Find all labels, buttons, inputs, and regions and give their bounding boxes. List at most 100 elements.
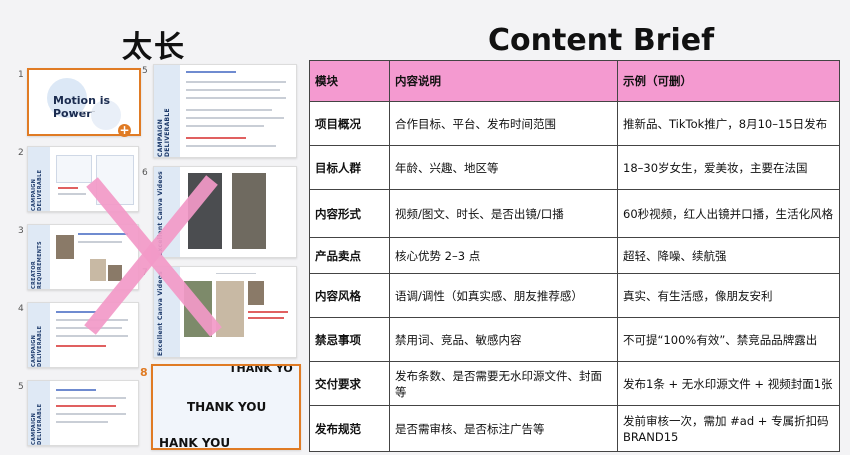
slide-side-label: CAMPAIGN DELIVERABLE <box>31 403 43 445</box>
text-line <box>56 413 126 415</box>
slide-thumbnail-4[interactable]: CAMPAIGN DELIVERABLE <box>27 302 139 368</box>
thank-you-cut-bottom: HANK YOU <box>159 436 231 450</box>
slide-thumbnail-3[interactable]: CREATOR REQUIREMENTS <box>27 224 139 290</box>
description-cell: 禁用词、竞品、敏感内容 <box>389 317 618 362</box>
table-row: 发布规范 是否需审核、是否标注广告等 发前审核一次，需加 #ad + 专属折扣码… <box>309 405 840 452</box>
text-line <box>56 335 128 337</box>
photo <box>90 259 106 281</box>
text-line <box>56 311 96 313</box>
video-thumbnail <box>232 173 266 249</box>
text-line <box>186 137 246 139</box>
column-header-example: 示例（可删） <box>617 60 840 102</box>
module-cell: 内容风格 <box>309 273 390 318</box>
slide-number: 5 <box>18 382 24 392</box>
column-header-description: 内容说明 <box>389 60 618 102</box>
description-cell: 视频/图文、时长、是否出镜/口播 <box>389 189 618 238</box>
thank-you-title: THANK YOU <box>187 400 267 414</box>
text-line <box>248 311 288 313</box>
table-row: 内容风格 语调/调性（如真实感、朋友推荐感） 真实、有生活感，像朋友安利 <box>309 273 840 318</box>
content-brief-table: 模块 内容说明 示例（可删） 项目概况 合作目标、平台、发布时间范围 推新品、T… <box>309 60 840 452</box>
text-line <box>56 421 108 423</box>
description-cell: 语调/调性（如真实感、朋友推荐感） <box>389 273 618 318</box>
text-line <box>248 317 284 319</box>
module-cell: 产品卖点 <box>309 237 390 274</box>
slide-side-label: Excellent Canva Videos <box>157 271 164 357</box>
slide-number: 2 <box>18 148 24 158</box>
text-line <box>186 81 286 83</box>
description-cell: 合作目标、平台、发布时间范围 <box>389 101 618 146</box>
text-line <box>186 125 264 127</box>
slide-side-label: CAMPAIGN DELIVERABLE <box>157 108 171 157</box>
video-thumbnail <box>184 281 212 337</box>
content-box <box>96 155 134 205</box>
text-line <box>216 273 256 274</box>
text-line <box>56 345 106 347</box>
text-line <box>186 97 286 99</box>
example-cell: 60秒视频，红人出镜并口播，生活化风格 <box>617 189 840 238</box>
slide-number: 4 <box>18 304 24 314</box>
table-row: 产品卖点 核心优势 2–3 点 超轻、降噪、续航强 <box>309 237 840 274</box>
slide-thumbnail-8[interactable]: THANK YO THANK YOU HANK YOU <box>151 364 301 450</box>
thank-you-cut-top: THANK YO <box>229 364 293 375</box>
slide-number: 5 <box>142 66 148 76</box>
slide-side-label: CAMPAIGN DELIVERABLE <box>31 169 43 211</box>
video-thumbnail <box>248 281 264 305</box>
slide-number: 7 <box>142 268 148 278</box>
table-row: 内容形式 视频/图文、时长、是否出镜/口播 60秒视频，红人出镜并口播，生活化风… <box>309 189 840 238</box>
description-cell: 核心优势 2–3 点 <box>389 237 618 274</box>
example-cell: 超轻、降噪、续航强 <box>617 237 840 274</box>
description-cell: 发布条数、是否需要无水印源文件、封面等 <box>389 361 618 406</box>
example-cell: 18–30岁女生，爱美妆，主要在法国 <box>617 145 840 190</box>
column-header-module: 模块 <box>309 60 390 102</box>
example-cell: 真实、有生活感，像朋友安利 <box>617 273 840 318</box>
slide-thumbnail-5[interactable]: CAMPAIGN DELIVERABLE <box>27 380 139 446</box>
text-line <box>56 327 122 329</box>
text-line <box>58 187 78 189</box>
slide-number-active: 8 <box>140 366 148 379</box>
example-cell: 发前审核一次，需加 #ad + 专属折扣码BRAND15 <box>617 405 840 452</box>
slide-number: 6 <box>142 168 148 178</box>
slide-number: 1 <box>18 70 24 80</box>
slide-side-label: CAMPAIGN DELIVERABLE <box>31 325 43 367</box>
text-line <box>186 145 276 147</box>
slide-thumbnail-7[interactable]: Excellent Canva Videos <box>153 266 297 358</box>
left-heading: 太长 <box>122 30 186 65</box>
text-line <box>78 233 128 235</box>
video-thumbnail <box>216 281 244 337</box>
text-line <box>186 117 284 119</box>
text-line <box>58 193 86 195</box>
table-header-row: 模块 内容说明 示例（可删） <box>309 60 840 102</box>
slide-thumbnail-6[interactable]: Excellent Canva Videos <box>153 166 297 258</box>
text-line <box>186 71 236 73</box>
photo <box>108 265 122 281</box>
video-thumbnail <box>188 173 222 249</box>
module-cell: 内容形式 <box>309 189 390 238</box>
description-cell: 年龄、兴趣、地区等 <box>389 145 618 190</box>
text-line <box>56 319 128 321</box>
slide-side-label: CREATOR REQUIREMENTS <box>31 241 43 289</box>
table-row: 交付要求 发布条数、是否需要无水印源文件、封面等 发布1条 + 无水印源文件 +… <box>309 361 840 406</box>
module-cell: 发布规范 <box>309 405 390 452</box>
example-cell: 不可提“100%有效”、禁竞品品牌露出 <box>617 317 840 362</box>
table-row: 项目概况 合作目标、平台、发布时间范围 推新品、TikTok推广，8月10–15… <box>309 101 840 146</box>
slide-number: 3 <box>18 226 24 236</box>
module-cell: 禁忌事项 <box>309 317 390 362</box>
slide-side-label: Excellent Canva Videos <box>157 171 164 257</box>
table-row: 目标人群 年龄、兴趣、地区等 18–30岁女生，爱美妆，主要在法国 <box>309 145 840 190</box>
slide-thumbnail-5b[interactable]: CAMPAIGN DELIVERABLE <box>153 64 297 158</box>
subtitle-line <box>77 111 95 112</box>
text-line <box>186 109 272 111</box>
add-slide-icon[interactable]: + <box>118 124 131 137</box>
text-line <box>186 89 280 91</box>
example-cell: 发布1条 + 无水印源文件 + 视频封面1张 <box>617 361 840 406</box>
table-row: 禁忌事项 禁用词、竞品、敏感内容 不可提“100%有效”、禁竞品品牌露出 <box>309 317 840 362</box>
text-line <box>56 405 116 407</box>
photo <box>56 235 74 259</box>
slide-thumbnail-2[interactable]: CAMPAIGN DELIVERABLE <box>27 146 139 212</box>
text-line <box>78 241 122 243</box>
content-box <box>56 155 92 183</box>
module-cell: 项目概况 <box>309 101 390 146</box>
module-cell: 交付要求 <box>309 361 390 406</box>
text-line <box>56 397 126 399</box>
content-brief-heading: Content Brief <box>488 23 715 58</box>
